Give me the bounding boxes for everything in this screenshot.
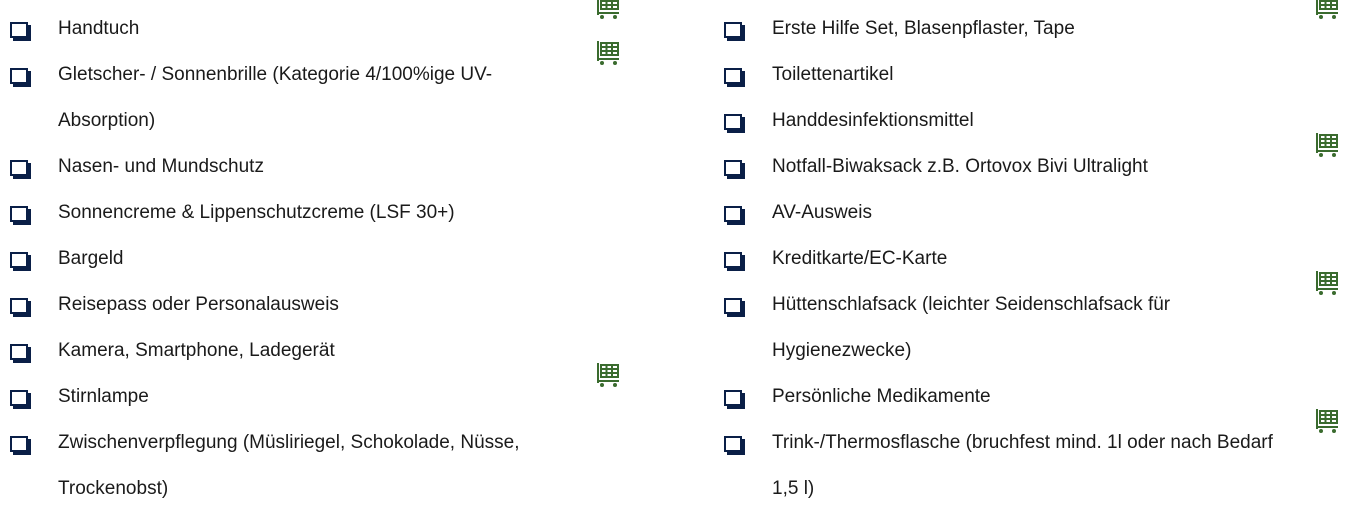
checklist-item: Persönliche Medikamente [722,374,1358,420]
checkbox[interactable] [724,114,742,130]
checkbox[interactable] [724,436,742,452]
item-label: Toilettenartikel [772,64,894,85]
shopping-cart-icon[interactable] [596,40,622,66]
checkbox[interactable] [10,68,28,84]
checkbox[interactable] [10,390,28,406]
item-label: AV-Ausweis [772,202,872,223]
checklist-item: Kreditkarte/EC-Karte [722,236,1358,282]
checklist-item: Erste Hilfe Set, Blasenpflaster, Tape [722,0,1358,52]
checklist-item: Notfall-Biwaksack z.B. Ortovox Bivi Ultr… [722,133,1358,190]
shopping-cart-icon[interactable] [1315,408,1341,434]
item-label: Sonnencreme & Lippenschutzcreme (LSF 30+… [58,202,455,223]
checkbox[interactable] [724,160,742,176]
item-label: Stirnlampe [58,386,149,407]
shopping-cart-icon[interactable] [596,362,622,388]
checklist-item: Bargeld [8,236,648,282]
item-label: Handtuch [58,18,140,39]
shopping-cart-icon[interactable] [596,0,622,20]
checklist-item: Handtuch [8,0,648,52]
item-label: Handdesinfektionsmittel [772,110,974,131]
checkbox[interactable] [10,344,28,360]
shopping-cart-icon[interactable] [1315,0,1341,20]
checkbox[interactable] [10,160,28,176]
checkbox[interactable] [10,252,28,268]
checklist-item: Hüttenschlafsack (leichter Seidenschlafs… [722,271,1358,374]
checkbox[interactable] [10,206,28,222]
item-label: Erste Hilfe Set, Blasenpflaster, Tape [772,18,1075,39]
checkbox[interactable] [724,68,742,84]
item-label: Gletscher- / Sonnenbrille (Kategorie 4/1… [58,64,493,131]
item-label: Kreditkarte/EC-Karte [772,248,948,269]
item-label: Zwischenverpflegung (Müsliriegel, Schoko… [58,432,520,499]
checklist-item: Kamera, Smartphone, Ladegerät [8,328,648,374]
packing-list-right: Erste Hilfe Set, Blasenpflaster, Tape To… [722,0,1358,512]
item-label: Notfall-Biwaksack z.B. Ortovox Bivi Ultr… [772,156,1148,177]
item-label: Trink-/Thermosflasche (bruchfest mind. 1… [772,432,1273,499]
packing-list-left: Handtuch Gletscher- / Sonnenbrille (Kate… [8,0,648,512]
checklist-item: Sonnencreme & Lippenschutzcreme (LSF 30+… [8,190,648,236]
item-label: Reisepass oder Personalausweis [58,294,339,315]
checklist-item: AV-Ausweis [722,190,1358,236]
checklist-item: Nasen- und Mundschutz [8,144,648,190]
checkbox[interactable] [724,22,742,38]
item-label: Nasen- und Mundschutz [58,156,264,177]
checkbox[interactable] [10,298,28,314]
shopping-cart-icon[interactable] [1315,132,1341,158]
checkbox[interactable] [724,390,742,406]
checkbox[interactable] [724,206,742,222]
checklist-item: Handdesinfektionsmittel [722,98,1358,144]
checklist-item: Trink-/Thermosflasche (bruchfest mind. 1… [722,409,1358,512]
checklist-item: Reisepass oder Personalausweis [8,282,648,328]
item-label: Hüttenschlafsack (leichter Seidenschlafs… [772,294,1171,361]
item-label: Kamera, Smartphone, Ladegerät [58,340,335,361]
checklist-item: Stirnlampe [8,363,648,420]
checklist-item: Toilettenartikel [722,52,1358,98]
item-label: Bargeld [58,248,124,269]
checkbox[interactable] [10,22,28,38]
shopping-cart-icon[interactable] [1315,270,1341,296]
checkbox[interactable] [724,252,742,268]
checkbox[interactable] [10,436,28,452]
item-label: Persönliche Medikamente [772,386,991,407]
checklist-item: Zwischenverpflegung (Müsliriegel, Schoko… [8,420,648,512]
checkbox[interactable] [724,298,742,314]
checklist-item: Gletscher- / Sonnenbrille (Kategorie 4/1… [8,41,648,144]
